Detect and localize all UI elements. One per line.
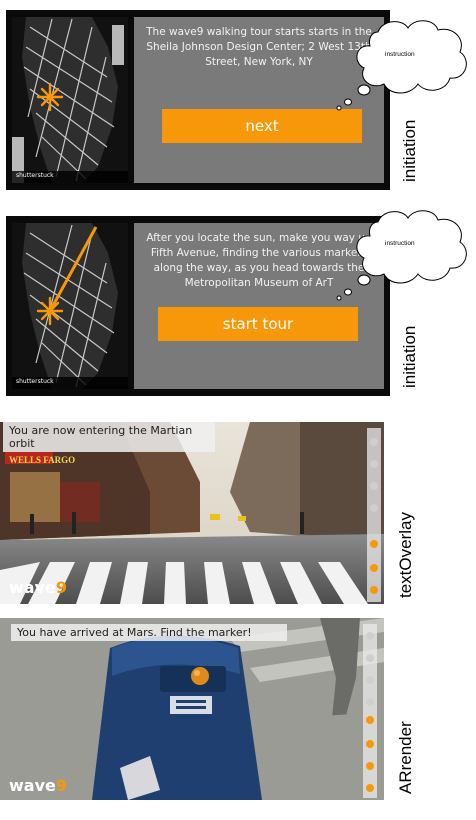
wave9-logo: wave9 xyxy=(9,578,67,597)
marker-dot xyxy=(370,504,378,512)
marker-dot xyxy=(370,482,378,490)
mailbox-photo xyxy=(0,618,384,800)
city-map: shutterstuck xyxy=(12,17,128,183)
marker-dot-active xyxy=(366,762,374,770)
mailbox-ar-image xyxy=(0,618,384,800)
storefront-sign: WELLS FARGO xyxy=(9,455,76,465)
marker-dot xyxy=(366,676,374,684)
cloud-label: instruction xyxy=(385,240,415,247)
marker-dot-active xyxy=(366,740,374,748)
side-label-arrender: ARrender xyxy=(396,721,415,794)
next-button[interactable]: next xyxy=(162,109,362,143)
wave9-logo: wave9 xyxy=(9,776,67,795)
marker-dot xyxy=(366,698,374,706)
marker-dot-active xyxy=(366,784,374,792)
initiation-panel-2: shutterstuck After you locate the sun, m… xyxy=(6,216,390,396)
map-credit: shutterstuck xyxy=(16,172,54,179)
map-credit: shutterstuck xyxy=(16,378,54,385)
marker-dot xyxy=(366,654,374,662)
side-label-initiation-1: initiation xyxy=(400,119,419,182)
thought-cloud-icon xyxy=(336,210,467,301)
marker-dot-active xyxy=(370,586,378,594)
side-label-initiation-2: initiation xyxy=(400,325,419,388)
progress-marker-rail xyxy=(367,428,381,602)
marker-dot xyxy=(370,460,378,468)
initiation-panel-1: shutterstuck The wave9 walking tour star… xyxy=(6,10,390,190)
ar-overlay-message: You have arrived at Mars. Find the marke… xyxy=(11,624,287,641)
marker-dot xyxy=(370,438,378,446)
marker-dot-active xyxy=(370,540,378,548)
city-map-route: shutterstuck xyxy=(12,223,128,389)
marker-dot-active xyxy=(370,564,378,572)
marker-dot xyxy=(366,632,374,640)
marker-dot-active xyxy=(366,716,374,724)
cloud-label: instruction xyxy=(385,51,415,58)
manhattan-map-icon xyxy=(12,17,128,183)
overlay-message: You are now entering the Martian orbit xyxy=(3,422,215,452)
manhattan-route-map-icon xyxy=(12,223,128,389)
start-tour-button[interactable]: start tour xyxy=(158,307,358,341)
progress-marker-rail xyxy=(363,624,377,798)
thought-cloud-icon xyxy=(336,20,467,111)
side-label-textoverlay: textOverlay xyxy=(396,512,415,598)
